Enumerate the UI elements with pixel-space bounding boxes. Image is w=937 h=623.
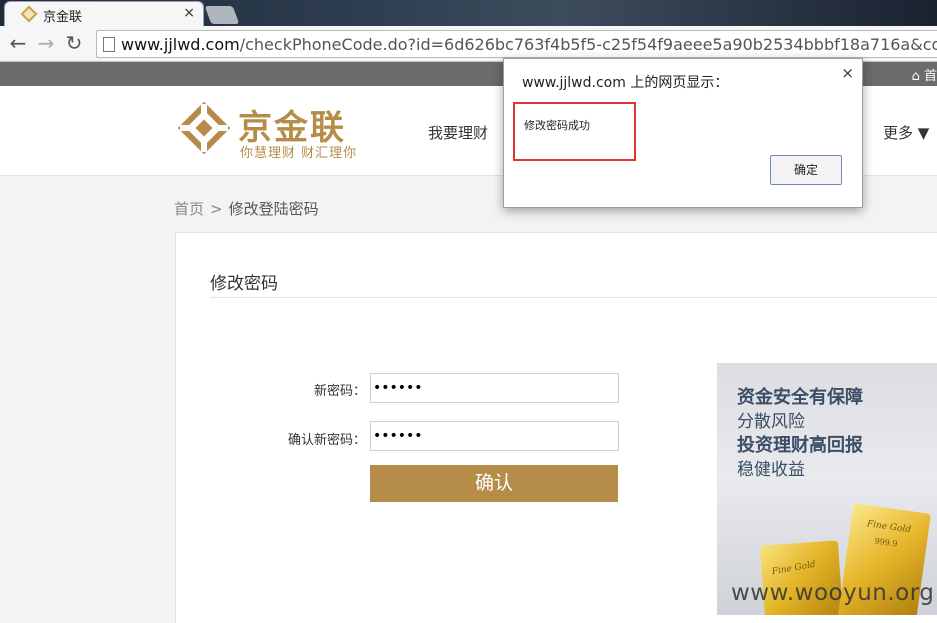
site-favicon-icon [20,5,38,23]
confirm-password-label: 确认新密码： [287,433,366,448]
promo-line-4: 稳健收益 [737,460,805,480]
browser-tab[interactable]: 京金联 × [4,1,204,26]
tab-close-icon[interactable]: × [183,5,195,21]
logo-icon[interactable] [178,102,230,154]
nav-item-more[interactable]: 更多 ▼ [883,122,929,143]
nav-item-invest[interactable]: 我要理财 [428,122,488,143]
address-url[interactable]: www.jjlwd.com/checkPhoneCode.do?id=6d626… [121,35,937,54]
tab-title: 京金联 [43,10,83,25]
forward-arrow-icon[interactable]: → [34,31,58,55]
promo-banner: 资金安全有保障 分散风险 投资理财高回报 稳健收益 Fine Gold Fine… [717,363,937,615]
breadcrumb-home[interactable]: 首页 [174,200,204,218]
page-icon [103,37,115,52]
confirm-password-input[interactable]: •••••• [370,421,619,451]
logo-slogan: 你慧理财 财汇理你 [240,146,358,161]
promo-line-3: 投资理财高回报 [737,435,863,456]
new-password-input[interactable]: •••••• [370,373,619,403]
breadcrumb-current: 修改登陆密码 [228,200,319,218]
confirm-button[interactable]: 确认 [370,465,618,502]
gold-bar-label: Fine Gold [866,519,912,536]
new-password-label: 新密码： [313,384,366,399]
promo-line-1: 资金安全有保障 [737,387,863,408]
dialog-close-icon[interactable]: × [841,64,854,82]
breadcrumb: 首页 > 修改登陆密码 [174,198,319,219]
browser-toolbar: ← → ↻ www.jjlwd.com/checkPhoneCode.do?id… [0,26,937,62]
promo-line-2: 分散风险 [737,412,805,432]
title-divider [210,297,937,298]
address-bar[interactable]: www.jjlwd.com/checkPhoneCode.do?id=6d626… [96,30,937,58]
gold-bar-purity: 999.9 [874,536,898,549]
alert-dialog: www.jjlwd.com 上的网页显示： × 修改密码成功 确定 [503,58,863,208]
gold-bar-label: Fine Gold [771,559,817,578]
top-home-link[interactable]: ⌂ 首 [912,65,937,84]
dialog-ok-button[interactable]: 确定 [770,155,842,185]
breadcrumb-separator: > [210,200,223,218]
reload-icon[interactable]: ↻ [62,31,86,55]
back-arrow-icon[interactable]: ← [6,31,30,55]
dialog-title: www.jjlwd.com 上的网页显示： [522,75,729,91]
watermark: www.wooyun.org [731,580,935,606]
browser-tab-strip: 京金联 × [0,0,937,26]
new-tab-button[interactable] [204,6,240,24]
highlight-box [513,102,636,161]
page-title: 修改密码 [210,274,278,294]
change-password-panel: 修改密码 新密码： •••••• 确认新密码： •••••• 确认 资金安全有保… [175,232,937,623]
